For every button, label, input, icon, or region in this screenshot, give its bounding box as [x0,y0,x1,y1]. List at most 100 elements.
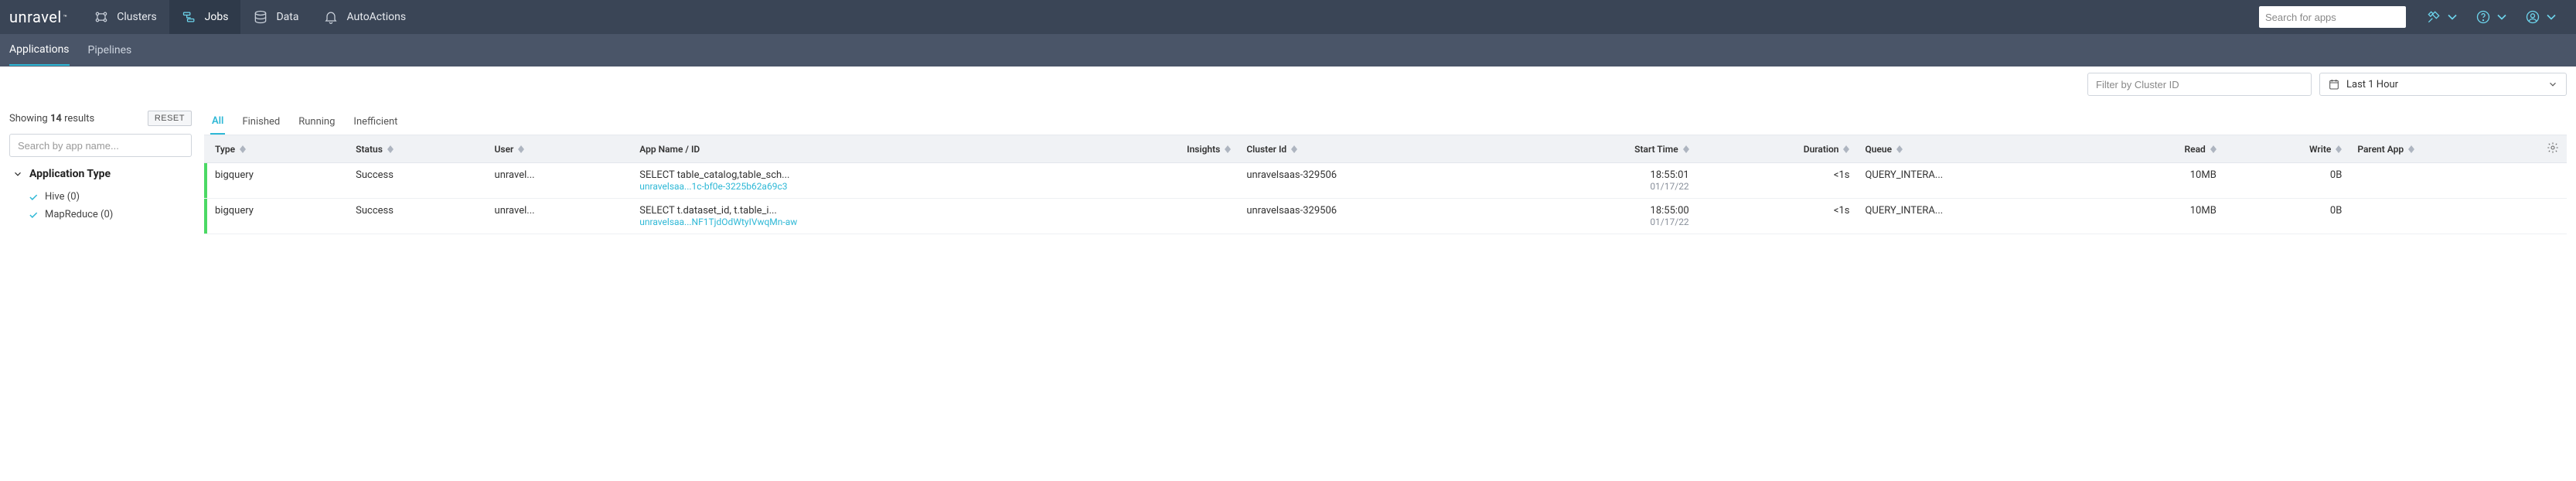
chevron-down-icon [2547,79,2558,90]
app-name-search[interactable] [9,134,192,157]
cell-app: SELECT table_catalog,table_sch... unrave… [632,163,1083,199]
cell-insights [1083,199,1239,234]
sort-icon [1225,145,1231,153]
filter-bar: Last 1 Hour [0,67,2576,103]
data-icon [253,9,268,25]
tab-finished[interactable]: Finished [240,111,281,134]
facet-title: Application Type [29,168,111,180]
table-row[interactable]: bigquery Success unravel... SELECT t.dat… [204,199,2567,234]
col-parent[interactable]: Parent App [2349,135,2539,163]
start-time: 18:55:01 [1522,169,1689,181]
col-duration[interactable]: Duration [1697,135,1858,163]
logo: unravel™ [9,8,67,26]
col-cluster[interactable]: Cluster Id [1239,135,1514,163]
results-count: Showing 14 results RESET [9,111,192,126]
cell-status: Success [348,163,486,199]
tab-inefficient[interactable]: Inefficient [352,111,399,134]
help-icon [2475,9,2491,25]
sort-icon [1291,145,1297,153]
facet-mapreduce[interactable]: MapReduce (0) [9,206,192,223]
nav-autoactions[interactable]: AutoActions [311,0,418,34]
gear-icon [2547,142,2559,154]
cell-queue: QUERY_INTERA... [1857,163,2101,199]
app-id-link[interactable]: unravelsaa...1c-bf0e-3225b62a69c3 [639,181,1075,192]
col-type[interactable]: Type [207,135,348,163]
facet-hive[interactable]: Hive (0) [9,188,192,206]
reset-button[interactable]: RESET [148,111,192,126]
showing-suffix: results [62,113,94,125]
tools-icon [2426,9,2441,25]
cell-user: unravel... [487,199,632,234]
cell-write: 0B [2224,199,2350,234]
bell-icon [323,9,339,25]
table-row[interactable]: bigquery Success unravel... SELECT table… [204,163,2567,199]
jobs-icon [182,9,197,25]
cell-gear [2539,163,2567,199]
facet-sidebar: Showing 14 results RESET Application Typ… [0,103,201,234]
help-menu[interactable] [2468,9,2517,25]
app-name: SELECT table_catalog,table_sch... [639,169,1075,181]
chevron-down-icon [2544,9,2559,25]
time-range-label: Last 1 Hour [2346,79,2541,90]
cell-gear [2539,199,2567,234]
status-tabs: All Finished Running Inefficient [204,103,2567,135]
start-date: 01/17/22 [1522,181,1689,192]
logo-text: unravel [9,8,62,26]
showing-count: 14 [50,113,62,125]
sort-icon [2210,145,2217,153]
search-input[interactable] [2265,12,2400,23]
nav-data[interactable]: Data [240,0,311,34]
col-start[interactable]: Start Time [1515,135,1697,163]
cell-insights [1083,163,1239,199]
facet-application-type[interactable]: Application Type [12,168,192,180]
clusters-icon [94,9,109,25]
cell-user: unravel... [487,163,632,199]
main-content: All Finished Running Inefficient Type St… [201,103,2576,234]
check-icon [28,210,39,220]
user-menu[interactable] [2517,9,2567,25]
col-write[interactable]: Write [2224,135,2350,163]
tab-running[interactable]: Running [297,111,336,134]
cell-write: 0B [2224,163,2350,199]
nav-label: Clusters [117,11,156,23]
cell-status: Success [348,199,486,234]
cell-type: bigquery [207,163,348,199]
col-settings[interactable] [2539,135,2567,163]
sort-icon [1843,145,1849,153]
cell-type: bigquery [207,199,348,234]
cluster-filter-input[interactable] [2087,73,2312,96]
start-time: 18:55:00 [1522,205,1689,217]
trademark: ™ [63,14,68,21]
time-range-picker[interactable]: Last 1 Hour [2319,73,2567,96]
sort-icon [1896,145,1903,153]
cell-duration: <1s [1697,199,1858,234]
top-nav: unravel™ Clusters Jobs Data AutoActions [0,0,2576,34]
cell-read: 10MB [2101,163,2224,199]
nav-label: Data [276,11,298,23]
col-app[interactable]: App Name / ID [632,135,1083,163]
sub-nav: Applications Pipelines [0,34,2576,67]
start-date: 01/17/22 [1522,217,1689,227]
calendar-icon [2328,78,2340,90]
col-status[interactable]: Status [348,135,486,163]
subnav-pipelines[interactable]: Pipelines [88,36,132,65]
nav-jobs[interactable]: Jobs [169,0,241,34]
col-queue[interactable]: Queue [1857,135,2101,163]
global-search[interactable] [2259,6,2406,28]
showing-prefix: Showing [9,113,50,125]
applications-table: Type Status User App Name / ID Insights … [204,135,2567,234]
col-insights[interactable]: Insights [1083,135,1239,163]
app-id-link[interactable]: unravelsaa...NF1TjdOdWtyIVwqMn-aw [639,217,1075,227]
tools-menu[interactable] [2418,9,2468,25]
facet-label: Hive (0) [45,191,80,203]
col-user[interactable]: User [487,135,632,163]
subnav-applications[interactable]: Applications [9,35,70,66]
cell-read: 10MB [2101,199,2224,234]
cell-start: 18:55:00 01/17/22 [1515,199,1697,234]
cell-queue: QUERY_INTERA... [1857,199,2101,234]
cell-duration: <1s [1697,163,1858,199]
facet-label: MapReduce (0) [45,209,113,220]
tab-all[interactable]: All [210,111,225,135]
nav-clusters[interactable]: Clusters [81,0,169,34]
col-read[interactable]: Read [2101,135,2224,163]
